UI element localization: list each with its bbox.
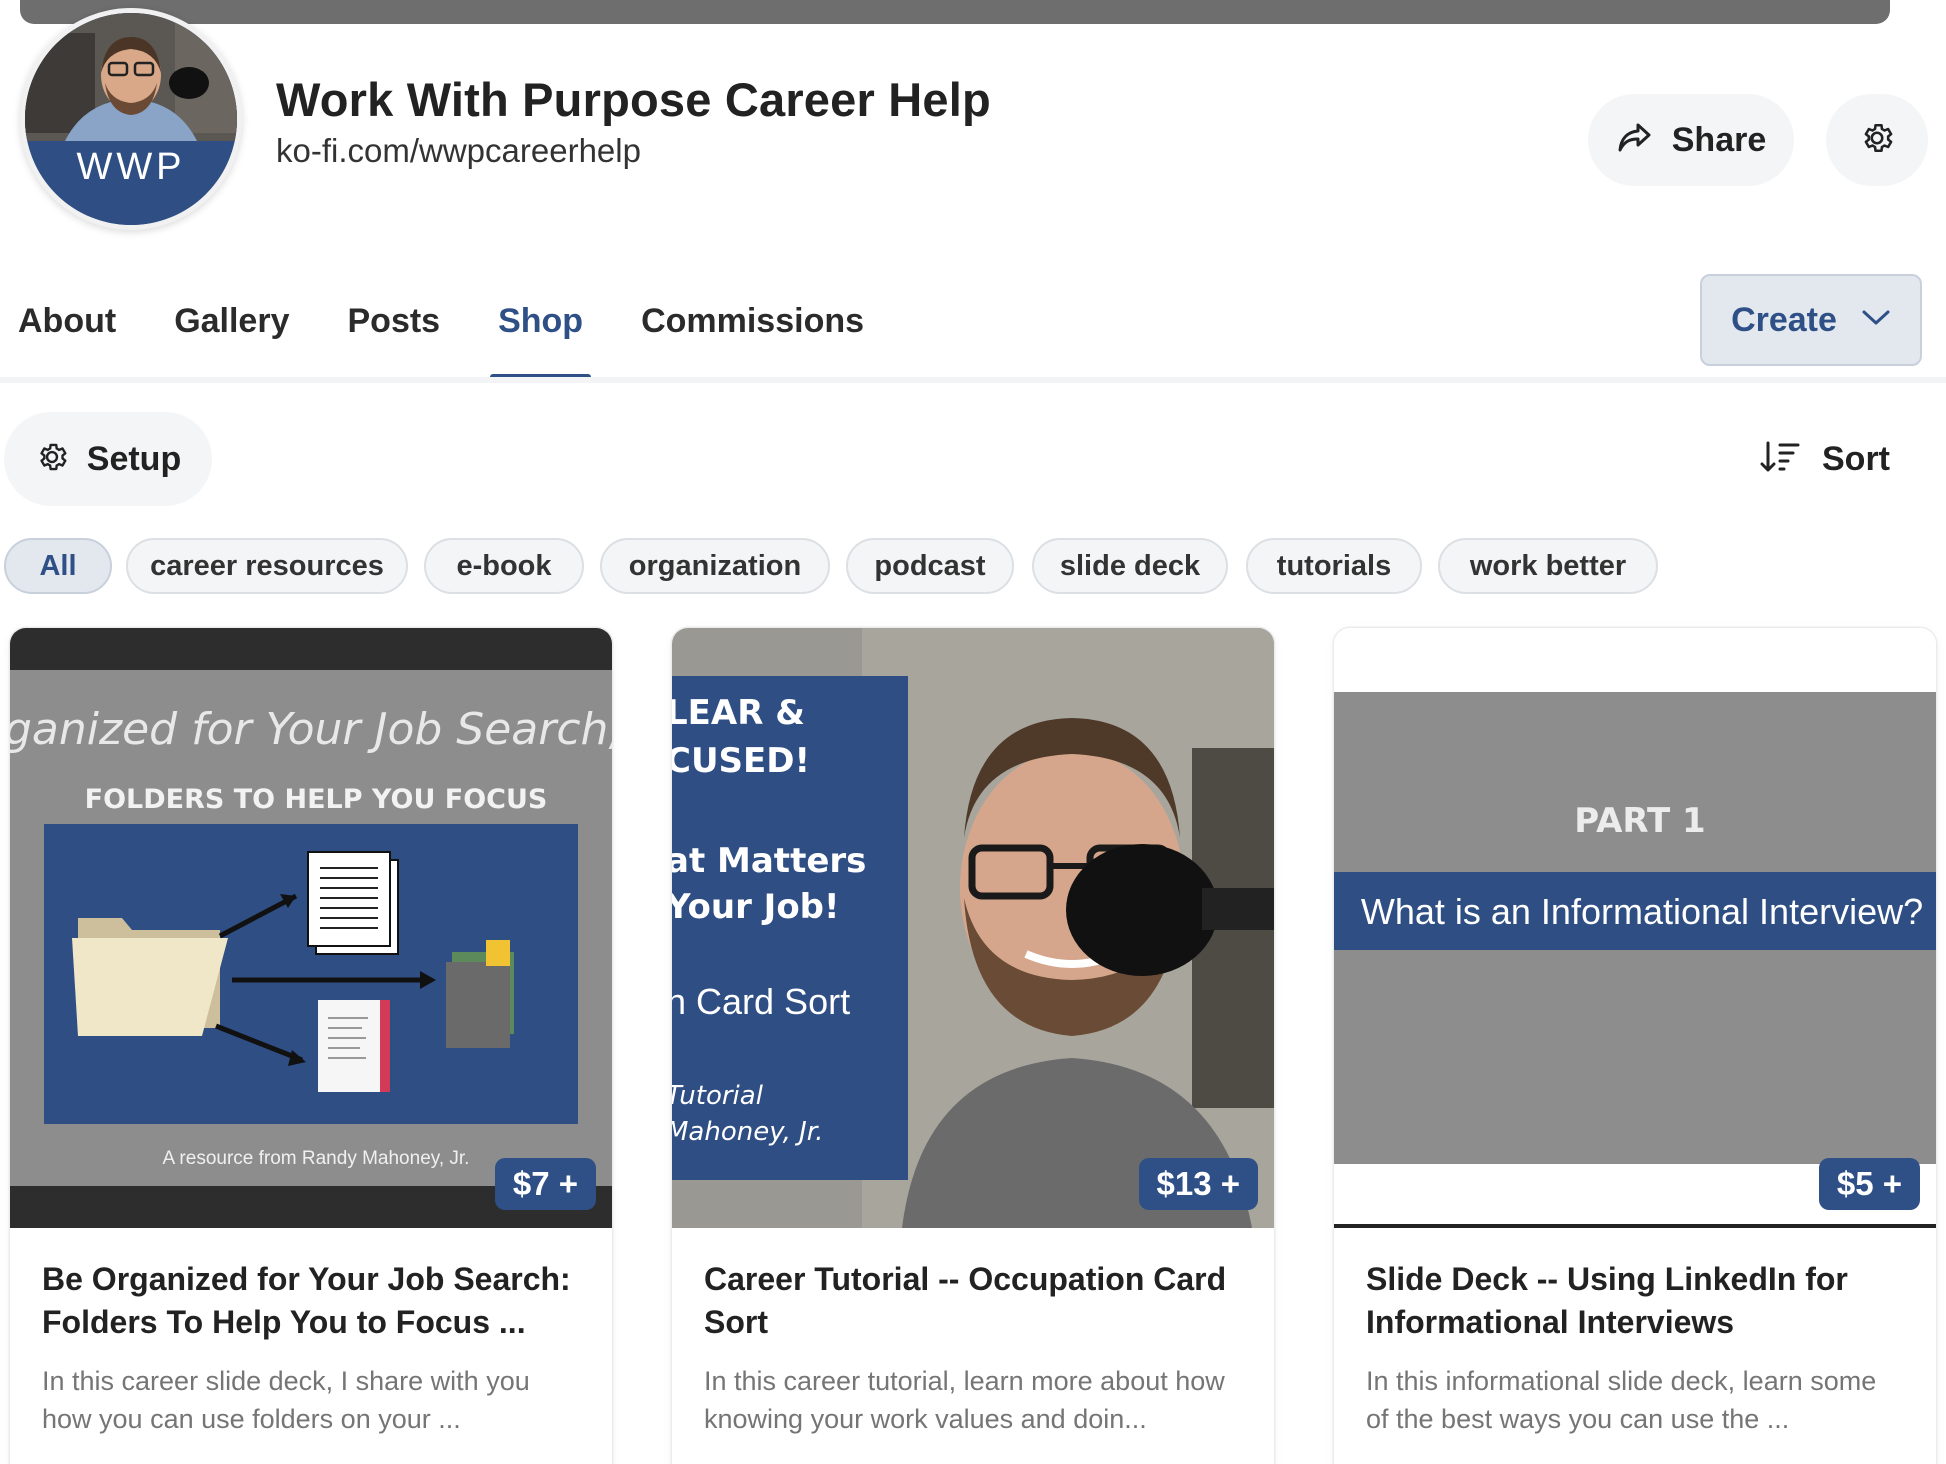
setup-button[interactable]: Setup [4, 412, 212, 506]
svg-text:n Card Sort: n Card Sort [672, 981, 850, 1022]
svg-text:Mahoney, Jr.: Mahoney, Jr. [672, 1117, 823, 1147]
profile-url[interactable]: ko-fi.com/wwpcareerhelp [276, 132, 641, 170]
svg-text:CUSED!: CUSED! [672, 741, 810, 781]
svg-text:at Matters: at Matters [672, 841, 866, 881]
svg-text:PART 1: PART 1 [1574, 801, 1705, 841]
filter-chip-organization[interactable]: organization [600, 538, 830, 594]
share-icon [1616, 122, 1652, 159]
product-description: In this informational slide deck, learn … [1366, 1366, 1877, 1434]
svg-text:Tutorial: Tutorial [672, 1081, 764, 1111]
svg-text:ganized for Your Job Search, I: ganized for Your Job Search, I [10, 704, 612, 755]
svg-text:LEAR &: LEAR & [672, 693, 805, 733]
product-thumbnail: PART 1 What is an Informational Intervie… [1334, 628, 1936, 1228]
sort-icon [1760, 440, 1800, 479]
price-badge: $7 + [494, 1158, 596, 1210]
product-card[interactable]: ganized for Your Job Search, I FOLDERS T… [10, 628, 612, 1464]
filter-chip-e-book[interactable]: e-book [424, 538, 584, 594]
product-description: In this career tutorial, learn more abou… [704, 1366, 1225, 1434]
filter-chip-all[interactable]: All [4, 538, 112, 594]
create-label: Create [1731, 300, 1837, 339]
gear-icon [1859, 120, 1895, 161]
filter-chip-podcast[interactable]: podcast [846, 538, 1014, 594]
tab-shop[interactable]: Shop [480, 296, 601, 380]
profile-avatar[interactable]: WWP [20, 8, 242, 230]
product-title[interactable]: Be Organized for Your Job Search: Folder… [42, 1258, 582, 1344]
avatar-photo: WWP [25, 13, 237, 225]
product-thumbnail: LEAR & CUSED! at Matters Your Job! n Car… [672, 628, 1274, 1228]
product-title[interactable]: Slide Deck -- Using LinkedIn for Informa… [1366, 1258, 1906, 1344]
filter-chip-tutorials[interactable]: tutorials [1246, 538, 1422, 594]
svg-text:WWP: WWP [76, 146, 185, 188]
product-card[interactable]: PART 1 What is an Informational Intervie… [1334, 628, 1936, 1464]
svg-text:Your Job!: Your Job! [672, 887, 840, 927]
svg-text:A resource from Randy Mahoney,: A resource from Randy Mahoney, Jr. [163, 1148, 470, 1169]
tab-about[interactable]: About [0, 296, 134, 380]
profile-tabs: About Gallery Posts Shop Commissions [0, 296, 882, 380]
product-title[interactable]: Career Tutorial -- Occupation Card Sort [704, 1258, 1244, 1344]
svg-text:What is an Informational Inter: What is an Informational Interview? [1361, 891, 1923, 932]
price-badge: $13 + [1138, 1158, 1258, 1210]
chevron-down-icon [1861, 309, 1891, 332]
filter-chip-slide-deck[interactable]: slide deck [1032, 538, 1228, 594]
page-title: Work With Purpose Career Help [276, 73, 991, 126]
filter-chip-career-resources[interactable]: career resources [126, 538, 408, 594]
product-thumbnail: ganized for Your Job Search, I FOLDERS T… [10, 628, 612, 1228]
sort-button[interactable]: Sort [1760, 430, 1890, 488]
filter-chip-work-better[interactable]: work better [1438, 538, 1658, 594]
tab-divider [0, 377, 1946, 383]
share-label: Share [1671, 120, 1767, 159]
setup-label: Setup [86, 439, 182, 478]
price-badge: $5 + [1818, 1158, 1920, 1210]
create-button[interactable]: Create [1700, 274, 1922, 366]
settings-button[interactable] [1826, 94, 1928, 186]
product-description: In this career slide deck, I share with … [42, 1366, 530, 1434]
svg-text:FOLDERS TO HELP YOU FOCUS: FOLDERS TO HELP YOU FOCUS [85, 784, 548, 815]
sort-label: Sort [1822, 439, 1890, 478]
share-button[interactable]: Share [1588, 94, 1794, 186]
tab-posts[interactable]: Posts [330, 296, 459, 380]
gear-icon [35, 440, 69, 479]
tab-gallery[interactable]: Gallery [156, 296, 307, 380]
product-card[interactable]: LEAR & CUSED! at Matters Your Job! n Car… [672, 628, 1274, 1464]
tab-commissions[interactable]: Commissions [623, 296, 882, 380]
top-progress-bar [20, 0, 1890, 24]
